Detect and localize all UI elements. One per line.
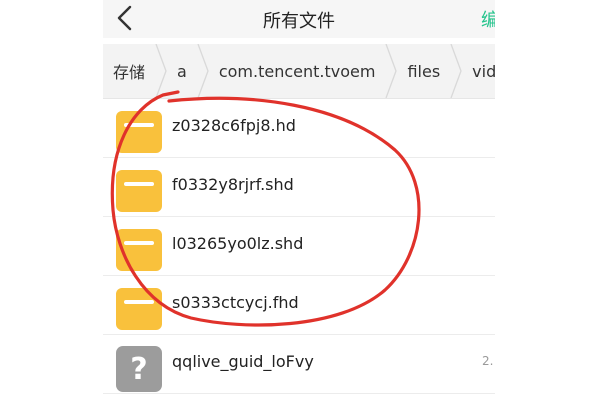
breadcrumb: 存储 a com.tencent.tvoem files video [103,44,495,99]
file-name: f0332y8rjrf.shd [172,175,294,194]
file-name: s0333ctcycj.fhd [172,293,299,312]
breadcrumb-item-files[interactable]: files [397,44,462,98]
file-name: qqlive_guid_loFvy [172,352,314,371]
chevron-right-icon [197,44,209,98]
breadcrumb-item-video[interactable]: video [462,44,495,98]
page-title: 所有文件 [263,11,335,32]
chevron-right-icon [385,44,398,98]
breadcrumb-label: video [472,61,495,81]
folder-icon [116,166,162,212]
breadcrumb-label: files [407,61,441,81]
file-name: z0328c6fpj8.hd [172,116,296,135]
unknown-file-icon: ? [116,343,162,392]
file-name: l03265yo0lz.shd [172,234,304,253]
breadcrumb-item-storage[interactable]: 存储 [103,44,167,98]
chevron-right-icon [155,44,167,98]
breadcrumb-item-a[interactable]: a [167,44,209,98]
breadcrumb-item-package[interactable]: com.tencent.tvoem [209,44,398,98]
list-item[interactable]: ? qqlive_guid_loFvy 2. [103,335,495,394]
file-list: z0328c6fpj8.hd f0332y8rjrf.shd l03265yo0… [103,99,495,394]
list-item[interactable]: z0328c6fpj8.hd [103,99,495,158]
file-meta: 2. [482,354,494,368]
edit-button[interactable]: 编 [481,6,495,32]
folder-icon [116,225,162,271]
list-item[interactable]: f0332y8rjrf.shd [103,158,495,217]
breadcrumb-label: a [177,61,187,81]
list-item[interactable]: s0333ctcycj.fhd [103,276,495,335]
list-item[interactable]: l03265yo0lz.shd [103,217,495,276]
breadcrumb-label: com.tencent.tvoem [218,61,376,81]
folder-icon [116,284,162,330]
file-manager-screen: 所有文件 编 存储 a com.tencent.tvoem files vide… [103,0,495,400]
breadcrumb-label: 存储 [113,63,146,82]
folder-icon [116,107,162,153]
chevron-right-icon [450,44,462,98]
top-bar: 所有文件 编 [103,0,495,38]
